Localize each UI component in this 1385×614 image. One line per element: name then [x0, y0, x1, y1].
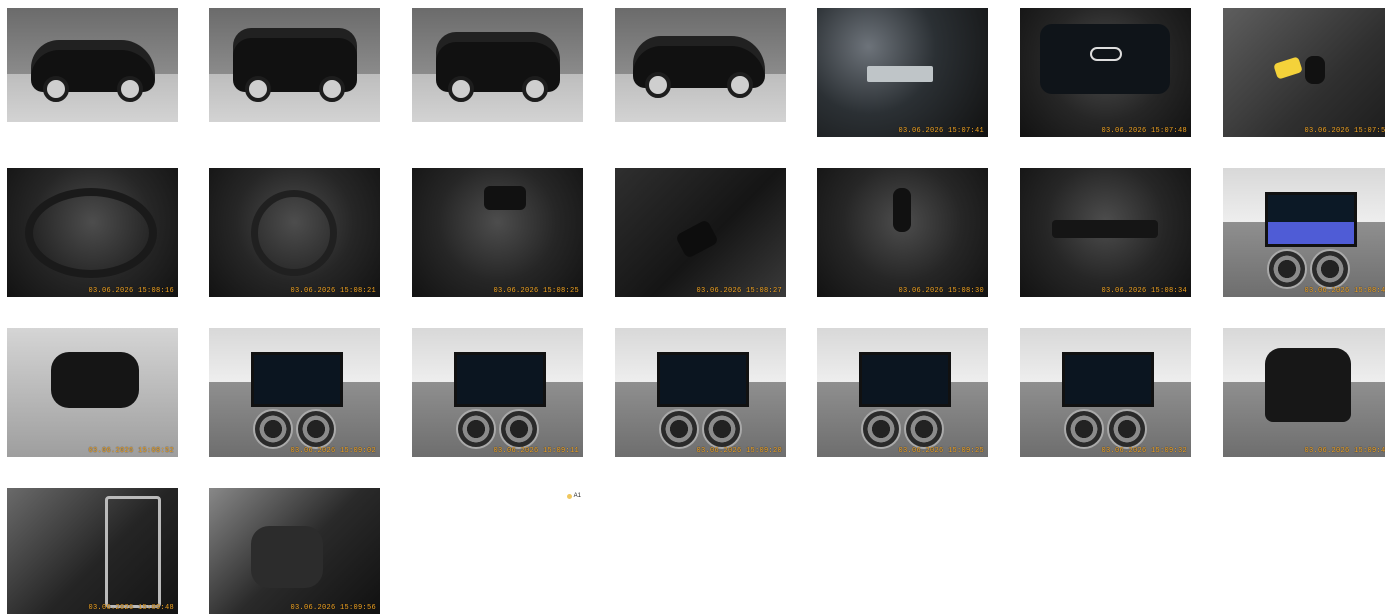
seat-background	[1223, 8, 1385, 137]
photo-rearview-mirror[interactable]: 03.06.2026 15:08:52	[7, 328, 178, 457]
air-vent-right	[1310, 249, 1350, 289]
timestamp: 03.06.2026 15:08:34	[1101, 287, 1187, 295]
photo-infotainment-2[interactable]: 03.06.2026 15:09:11	[412, 328, 583, 457]
timestamp: 03.06.2026 15:09:56	[290, 604, 376, 612]
photo-dashboard[interactable]: 03.06.2026 15:08:21	[209, 168, 380, 297]
air-vent-left	[253, 409, 293, 449]
steering-wheel	[251, 190, 337, 276]
air-vent-right	[904, 409, 944, 449]
timestamp: 03.06.2026 15:09:20	[696, 447, 782, 455]
photo-climate-controls[interactable]: 03.06.2026 15:08:34	[1020, 168, 1191, 297]
photo-rear-right[interactable]	[412, 8, 583, 122]
diagram-legend: A1	[566, 493, 581, 499]
audi-logo	[1090, 47, 1122, 61]
photo-open-trunk[interactable]: 03.06.2026 15:09:41	[1223, 328, 1385, 457]
timestamp: 03.06.2026 15:09:48	[88, 604, 174, 612]
photo-infotainment-1[interactable]: 03.06.2026 15:09:02	[209, 328, 380, 457]
climate-panel	[1052, 220, 1158, 238]
infotainment-screen	[454, 352, 546, 407]
photo-gallery: 03.06.2026 15:07:41 03.06.2026 15:07:48 …	[0, 0, 1385, 614]
photo-instrument-cluster[interactable]: 03.06.2026 15:07:48	[1020, 8, 1191, 137]
photo-door-switches[interactable]: 03.06.2026 15:08:27	[615, 168, 786, 297]
rearview-mirror	[51, 352, 139, 408]
diagram-background	[615, 488, 765, 584]
rear-camera-screen	[1265, 192, 1357, 247]
photo-front-right[interactable]	[615, 8, 786, 122]
infotainment-screen	[657, 352, 749, 407]
car-image	[31, 40, 155, 102]
air-vent-left	[659, 409, 699, 449]
door-frame	[105, 496, 161, 608]
diagram-interior[interactable]	[615, 488, 765, 584]
vin-plate	[867, 66, 933, 82]
air-vent-right	[702, 409, 742, 449]
photo-rear-camera-display[interactable]: 03.06.2026 15:08:41	[1223, 168, 1385, 297]
timestamp: 03.06.2026 15:08:30	[898, 287, 984, 295]
timestamp: 03.06.2026 15:09:11	[493, 447, 579, 455]
photo-gear-selector[interactable]: 03.06.2026 15:08:30	[817, 168, 988, 297]
air-vent-left	[861, 409, 901, 449]
timestamp: 03.06.2026 15:07:41	[898, 127, 984, 135]
timestamp: 03.06.2026 15:08:21	[290, 287, 376, 295]
car-image	[436, 32, 560, 102]
photo-vin-windshield[interactable]: 03.06.2026 15:07:41	[817, 8, 988, 137]
photo-front-left[interactable]	[7, 8, 178, 122]
front-seat	[251, 526, 323, 588]
air-vent-right	[296, 409, 336, 449]
steering-buttons	[484, 186, 526, 210]
photo-rear-left[interactable]	[209, 8, 380, 122]
photo-infotainment-3[interactable]: 03.06.2026 15:09:20	[615, 328, 786, 457]
photo-steering-controls[interactable]: 03.06.2026 15:08:25	[412, 168, 583, 297]
diagram-background	[412, 488, 585, 586]
infotainment-screen	[251, 352, 343, 407]
timestamp: 03.06.2026 15:09:32	[1101, 447, 1187, 455]
timestamp: 03.06.2026 15:09:25	[898, 447, 984, 455]
air-vent-left	[1064, 409, 1104, 449]
timestamp: 03.06.2026 15:08:41	[1304, 287, 1385, 295]
timestamp: 03.06.2026 15:09:41	[1304, 447, 1385, 455]
photo-steering-wheel[interactable]: 03.06.2026 15:08:16	[7, 168, 178, 297]
photo-infotainment-5[interactable]: 03.06.2026 15:09:32	[1020, 328, 1191, 457]
infotainment-screen	[1062, 352, 1154, 407]
steering-wheel	[25, 188, 157, 278]
timestamp: 03.06.2026 15:07:55	[1304, 127, 1385, 135]
infotainment-screen	[859, 352, 951, 407]
timestamp: 03.06.2026 15:08:25	[493, 287, 579, 295]
car-key	[1305, 56, 1325, 84]
gear-knob	[893, 188, 911, 232]
photo-infotainment-4[interactable]: 03.06.2026 15:09:25	[817, 328, 988, 457]
diagram-exterior-damage[interactable]: A1	[412, 488, 585, 586]
legend-label: A1	[573, 493, 581, 499]
photo-rear-door-open[interactable]: 03.06.2026 15:09:48	[7, 488, 178, 614]
timestamp: 03.06.2026 15:08:52	[88, 447, 174, 455]
timestamp: 03.06.2026 15:08:16	[88, 287, 174, 295]
photo-keys[interactable]: 03.06.2026 15:07:55	[1223, 8, 1385, 137]
photo-front-door-open[interactable]: 03.06.2026 15:09:56	[209, 488, 380, 614]
air-vent-right	[1107, 409, 1147, 449]
damage-marker-legend	[566, 493, 572, 499]
air-vent-left	[1267, 249, 1307, 289]
timestamp: 03.06.2026 15:07:48	[1101, 127, 1187, 135]
timestamp: 03.06.2026 15:09:02	[290, 447, 376, 455]
air-vent-right	[499, 409, 539, 449]
car-image	[233, 28, 357, 102]
car-image	[633, 36, 765, 98]
air-vent-left	[456, 409, 496, 449]
timestamp: 03.06.2026 15:08:27	[696, 287, 782, 295]
car-rear-open-trunk	[1265, 348, 1351, 422]
